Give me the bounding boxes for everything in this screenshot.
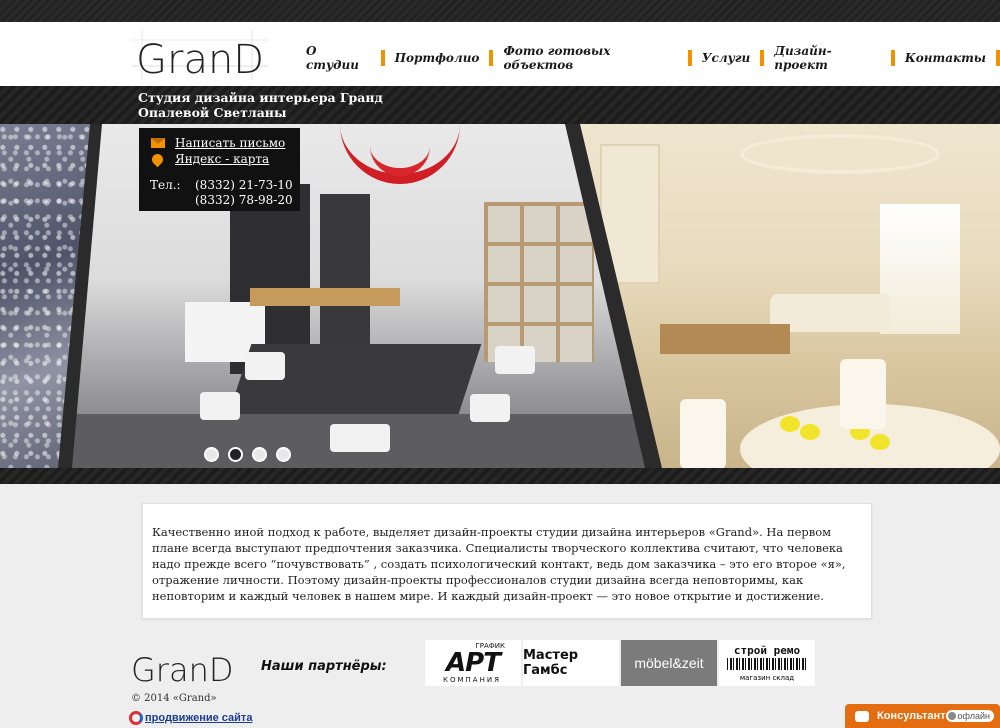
slider-dot-4[interactable]: [276, 447, 291, 462]
grand-logo[interactable]: GranD: [132, 30, 268, 80]
main-nav: О студии Портфолио Фото готовых объектов…: [296, 44, 1000, 72]
slider-dots: [204, 447, 291, 462]
tagline-line2: Опалевой Светланы: [138, 105, 287, 120]
about-panel: Качественно иной подход к работе, выделя…: [142, 503, 872, 619]
phone-label: Тел.:: [150, 178, 181, 192]
logo-text: GranD: [136, 37, 264, 80]
about-text: Качественно иной подход к работе, выделя…: [152, 525, 846, 603]
partner-mobel-zeit[interactable]: möbel&zeit: [621, 640, 717, 686]
nav-portfolio[interactable]: Портфолио: [385, 50, 494, 66]
nav-label: Фото готовых объектов: [503, 44, 611, 72]
mail-row: Написать письмо: [151, 136, 285, 150]
slider-dot-2[interactable]: [228, 447, 243, 462]
nav-separator: [996, 50, 1000, 66]
partner-art-name: АРТ: [446, 648, 501, 678]
nav-design-project[interactable]: Дизайн-проект: [764, 44, 895, 72]
envelope-icon: [151, 138, 165, 148]
site-tagline: Студия дизайна интерьера Гранд Опалевой …: [138, 90, 383, 120]
consultant-label: Консультант: [877, 710, 946, 722]
partner-master-gambs[interactable]: Мастер Гамбс: [523, 640, 619, 686]
nav-label: О студии: [306, 44, 359, 72]
nav-photos[interactable]: Фото готовых объектов: [493, 44, 692, 72]
offline-dot-icon: [947, 712, 956, 720]
partner-stroy-remo-name: строй ремо: [733, 644, 801, 657]
tagline-line1: Студия дизайна интерьера Гранд: [138, 90, 383, 105]
copyright: © 2014 «Grand»: [131, 693, 217, 704]
partner-art[interactable]: ГРАФИК АРТ КОМПАНИЯ: [425, 640, 521, 686]
promo-link-text: продвижение сайта: [145, 712, 253, 724]
status-text: офлайн: [957, 711, 990, 721]
promo-logo-icon: [129, 711, 143, 725]
partner-art-top: ГРАФИК: [475, 642, 505, 650]
partner-master-gambs-name: Мастер Гамбс: [523, 648, 579, 678]
slider-dot-1[interactable]: [204, 447, 219, 462]
contact-box: Написать письмо Яндекс - карта Тел.: (83…: [139, 128, 300, 211]
map-pin-icon: [149, 151, 166, 167]
nav-label: Контакты: [904, 51, 986, 65]
phone-number-1: (8332) 21-73-10: [195, 178, 293, 192]
footer-logo[interactable]: GranD: [131, 648, 235, 688]
nav-label: Дизайн-проект: [774, 44, 832, 72]
slider-bottom-strip: [0, 468, 1000, 484]
map-row: Яндекс - карта: [149, 151, 269, 167]
nav-services[interactable]: Услуги: [692, 50, 765, 66]
barcode-graphic: [727, 658, 807, 670]
partner-stroy-remo-sub: магазин склад: [739, 674, 795, 682]
nav-label: Портфолио: [394, 51, 480, 65]
consultant-widget[interactable]: Консультант офлайн: [845, 704, 1000, 728]
site-header: GranD О студии Портфолио Фото готовых об…: [0, 22, 1000, 86]
footer-logo-text: GranD: [131, 651, 233, 688]
partner-art-bottom: КОМПАНИЯ: [443, 676, 501, 684]
promo-link[interactable]: продвижение сайта: [129, 711, 252, 725]
nav-label: Услуги: [701, 51, 751, 65]
partners-label: Наши партнёры:: [261, 659, 387, 674]
yandex-map-link[interactable]: Яндекс - карта: [175, 152, 269, 166]
status-badge: офлайн: [945, 710, 994, 722]
partner-mobel-zeit-name: möbel&zeit: [634, 655, 704, 671]
chat-icon: [855, 710, 869, 722]
partner-stroy-remo[interactable]: строй ремо магазин склад: [719, 640, 815, 686]
write-letter-link[interactable]: Написать письмо: [175, 136, 285, 150]
phone-number-2: (8332) 78-98-20: [195, 193, 293, 207]
top-band: [0, 0, 1000, 22]
nav-about[interactable]: О студии: [296, 44, 385, 72]
nav-contacts[interactable]: Контакты: [895, 50, 1000, 66]
slider-dot-3[interactable]: [252, 447, 267, 462]
